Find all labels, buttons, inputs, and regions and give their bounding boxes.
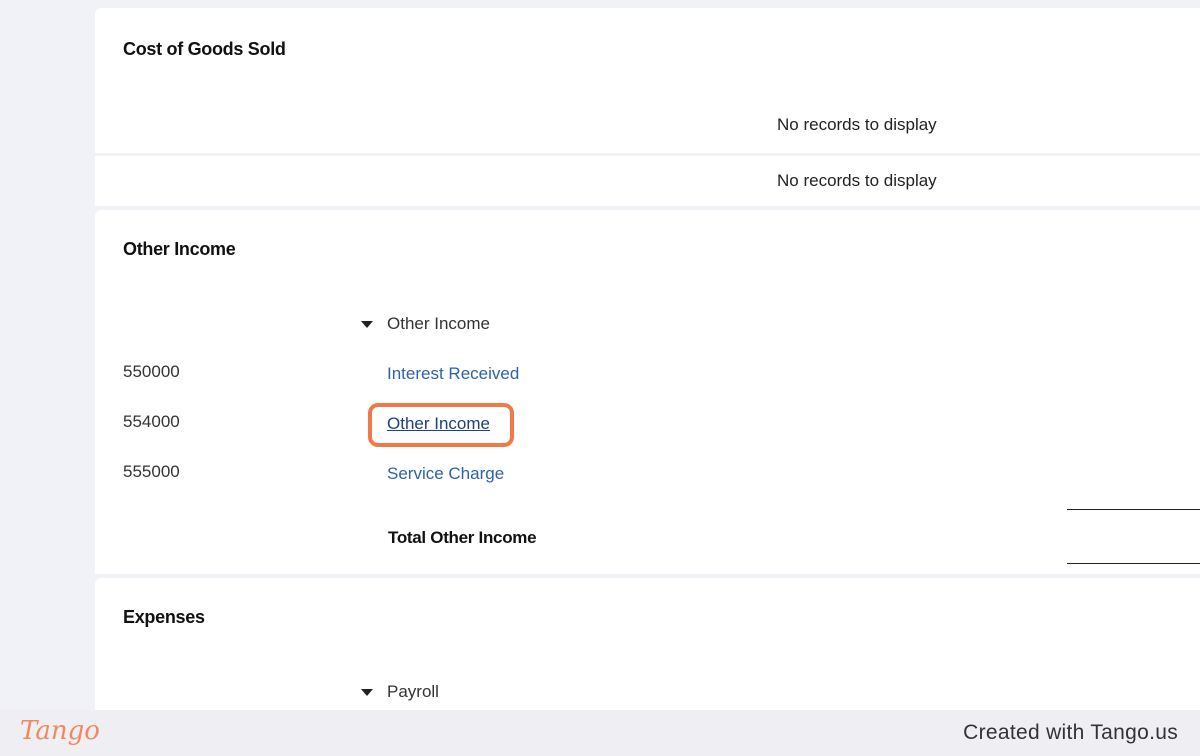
account-link-service-charge[interactable]: Service Charge	[387, 464, 504, 484]
account-number: 550000	[123, 362, 180, 381]
report-content: Cost of Goods Sold No records to display…	[95, 0, 1200, 710]
total-rule-top	[1067, 509, 1200, 510]
group-toggle-payroll[interactable]: Payroll	[361, 682, 439, 702]
group-label: Payroll	[387, 682, 439, 701]
expenses-panel: Expenses Payroll	[95, 578, 1200, 710]
click-highlight	[368, 403, 514, 447]
section-title-cogs: Cost of Goods Sold	[123, 39, 286, 59]
caret-down-icon	[361, 320, 373, 328]
total-other-income-label: Total Other Income	[388, 528, 537, 547]
account-number: 554000	[123, 412, 180, 431]
empty-message-total: No records to display	[777, 171, 937, 190]
account-number: 555000	[123, 462, 180, 481]
caret-down-icon	[361, 688, 373, 696]
other-income-panel: Other Income Other Income 550000 Interes…	[95, 210, 1200, 574]
group-label: Other Income	[387, 314, 490, 333]
account-link-interest-received[interactable]: Interest Received	[387, 364, 519, 384]
tango-logo: Tango	[20, 716, 100, 746]
empty-message: No records to display	[777, 115, 937, 134]
tango-footer: Tango Created with Tango.us	[0, 710, 1200, 756]
group-toggle-other-income[interactable]: Other Income	[361, 314, 490, 334]
section-title-other-income: Other Income	[123, 239, 236, 259]
cogs-panel: Cost of Goods Sold No records to display	[95, 8, 1200, 153]
cogs-total-panel: No records to display	[95, 156, 1200, 206]
section-title-expenses: Expenses	[123, 607, 205, 627]
tango-credit: Created with Tango.us	[963, 721, 1178, 744]
total-rule-bottom	[1067, 563, 1200, 564]
